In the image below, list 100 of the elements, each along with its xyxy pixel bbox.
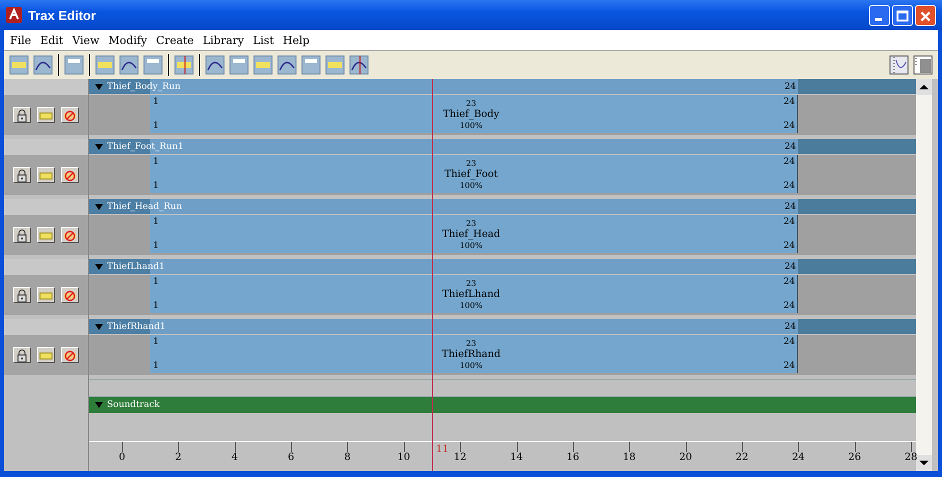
animation-clip[interactable]: 1 1 23 ThiefLhand 100% 24 24	[150, 275, 798, 313]
track-name: ThiefRhand1	[107, 322, 166, 332]
lock-button[interactable]	[13, 287, 31, 303]
clip-weight: 100%	[460, 180, 483, 191]
track-header[interactable]: Thief_Body_Run 24	[89, 79, 916, 94]
scrollbar[interactable]	[916, 79, 932, 471]
menu-item[interactable]: Help	[282, 34, 310, 46]
clip-name: Thief_Body	[442, 109, 500, 120]
clip-frame: 23	[466, 338, 476, 349]
ruler-label: 8	[343, 452, 352, 463]
animation-clip[interactable]: 1 1 23 ThiefRhand 100% 24 24	[150, 335, 798, 373]
end-frame: 24	[784, 241, 795, 251]
collapse-icon[interactable]	[95, 402, 103, 408]
lock-button[interactable]	[13, 107, 31, 123]
ruler-label: 6	[286, 452, 296, 463]
clip-name: ThiefRhand	[442, 349, 500, 360]
minimize-icon	[875, 18, 882, 20]
start-frame: 1	[153, 157, 159, 167]
ruler-label: 28	[904, 452, 918, 463]
current-time: 11	[436, 444, 449, 455]
menu-item[interactable]: List	[252, 34, 274, 46]
end-frame: 24	[784, 301, 795, 311]
solo-button[interactable]	[37, 167, 55, 183]
clip-name: ThiefLhand	[442, 289, 500, 300]
ruler-label: 18	[622, 452, 637, 463]
track-header[interactable]: Thief_Foot_Run1 24	[89, 139, 916, 154]
time-cursor[interactable]	[432, 79, 433, 471]
ruler-label: 20	[678, 452, 693, 463]
window-title: Trax Editor	[28, 8, 96, 22]
lock-button[interactable]	[13, 347, 31, 363]
end-frame: 24	[784, 202, 796, 212]
start-frame: 1	[153, 121, 159, 131]
end-frame: 24	[784, 262, 796, 272]
clip-weight: 100%	[460, 360, 483, 371]
start-frame: 1	[153, 301, 159, 311]
end-frame: 24	[784, 277, 795, 287]
menu-item[interactable]: Edit	[40, 34, 64, 46]
lock-button[interactable]	[13, 167, 31, 183]
end-frame: 24	[784, 97, 795, 107]
clip-name: Thief_Foot	[444, 169, 498, 180]
end-frame: 24	[784, 181, 795, 191]
track-name: ThiefLhand1	[107, 262, 165, 272]
start-frame: 1	[153, 181, 159, 191]
end-frame: 24	[784, 217, 795, 227]
menu-item[interactable]: Create	[156, 34, 194, 46]
track-header[interactable]: ThiefLhand1 24	[89, 259, 916, 274]
ruler-label: 24	[790, 452, 806, 463]
track-name: Thief_Foot_Run1	[107, 142, 184, 152]
end-frame: 24	[784, 157, 795, 167]
mute-button[interactable]	[61, 107, 79, 123]
clip-frame: 23	[466, 278, 476, 289]
mute-button[interactable]	[61, 167, 79, 183]
app-icon	[6, 7, 22, 23]
track-name: Thief_Head_Run	[107, 202, 182, 212]
animation-clip[interactable]: 1 1 23 Thief_Head 100% 24 24	[150, 215, 798, 253]
solo-button[interactable]	[37, 347, 55, 363]
scroll-up-icon[interactable]	[916, 79, 932, 95]
ruler-label: 10	[396, 452, 412, 463]
end-frame: 24	[784, 121, 795, 131]
lock-button[interactable]	[13, 227, 31, 243]
animation-clip[interactable]: 1 1 23 Thief_Body 100% 24 24	[150, 95, 798, 133]
ruler-label: 16	[566, 452, 580, 463]
track-name: Thief_Body_Run	[107, 82, 181, 92]
ruler-label: 4	[230, 452, 239, 463]
ruler-label: 26	[847, 452, 862, 463]
track-header[interactable]: Thief_Head_Run 24	[89, 199, 916, 214]
lock-icon	[15, 349, 29, 363]
close-button[interactable]	[915, 4, 936, 26]
lock-icon	[15, 289, 29, 303]
solo-button[interactable]	[37, 107, 55, 123]
mute-icon	[63, 229, 77, 243]
soundtrack-header[interactable]: Soundtrack	[89, 397, 916, 413]
scroll-down-icon[interactable]	[916, 455, 932, 471]
minimize-button[interactable]	[869, 4, 890, 26]
mute-button[interactable]	[61, 227, 79, 243]
mute-button[interactable]	[61, 347, 79, 363]
start-frame: 1	[153, 337, 159, 347]
clip-weight: 100%	[460, 300, 483, 311]
track-header[interactable]: ThiefRhand1 24	[89, 319, 916, 334]
start-frame: 1	[153, 361, 159, 371]
start-frame: 1	[153, 217, 159, 227]
solo-button[interactable]	[37, 287, 55, 303]
table-view-icon[interactable]	[912, 54, 934, 76]
ruler-label: 2	[174, 452, 183, 463]
mute-button[interactable]	[61, 287, 79, 303]
clip-name: Thief_Head	[442, 229, 500, 240]
maximize-button[interactable]	[892, 4, 913, 26]
start-frame: 1	[153, 97, 159, 107]
graph-view-icon[interactable]	[888, 54, 910, 76]
menu-item[interactable]: Modify	[108, 34, 148, 46]
clip-frame: 23	[466, 158, 476, 169]
menu-item[interactable]: File	[10, 34, 32, 46]
solo-button[interactable]	[37, 227, 55, 243]
menu-item[interactable]: Library	[202, 34, 244, 46]
ruler-label: 0	[118, 452, 126, 463]
animation-clip[interactable]: 1 1 23 Thief_Foot 100% 24 24	[150, 155, 798, 193]
menu-item[interactable]: View	[72, 34, 100, 46]
mute-icon	[63, 289, 77, 303]
end-frame: 24	[784, 322, 796, 332]
lock-icon	[15, 169, 29, 183]
